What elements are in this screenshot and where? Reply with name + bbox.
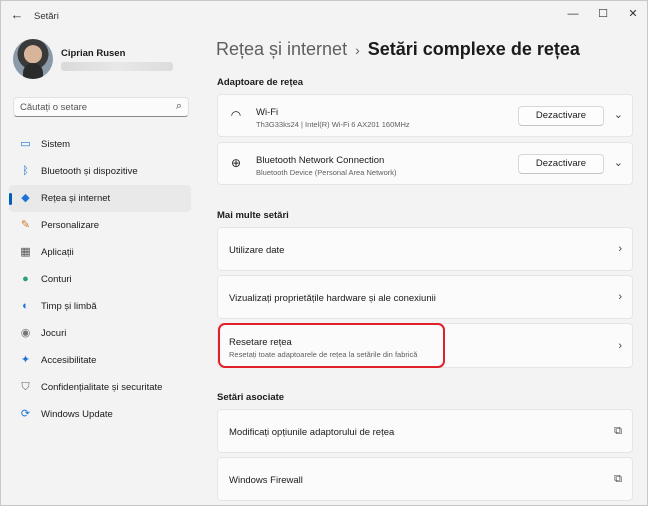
setting-title: Utilizare date [229, 245, 285, 256]
sidebar-item-label: Conturi [41, 274, 72, 285]
sidebar-item-bluetooth[interactable]: ᛒ Bluetooth și dispozitive [9, 158, 191, 185]
setting-data-usage[interactable]: Utilizare date › [217, 227, 633, 271]
setting-hardware-properties[interactable]: Vizualizați proprietățile hardware și al… [217, 275, 633, 319]
settings-window: ← Setări — ☐ ✕ Ciprian Rusen ⌕ ▭ Sistem … [0, 0, 648, 506]
monitor-icon: ▭ [20, 138, 31, 150]
minimize-icon[interactable]: — [559, 5, 587, 23]
chevron-down-icon[interactable]: ⌄ [614, 108, 623, 121]
sidebar-item-gaming[interactable]: ◉ Jocuri [9, 320, 191, 347]
sidebar-item-label: Bluetooth și dispozitive [41, 166, 138, 177]
sidebar-item-privacy-security[interactable]: ⛉ Confidențialitate și securitate [9, 374, 191, 401]
adapter-subtitle: Th3G33ks24 | Intel(R) Wi-Fi 6 AX201 160M… [256, 120, 410, 129]
accessibility-icon: ✦ [20, 354, 31, 366]
sidebar-item-label: Jocuri [41, 328, 67, 339]
adapter-title: Wi-Fi [256, 107, 279, 118]
sidebar-item-network[interactable]: ◆ Rețea și internet [9, 185, 191, 212]
wifi-icon: ◠ [230, 108, 242, 122]
apps-icon: ▦ [20, 246, 31, 258]
user-name: Ciprian Rusen [61, 48, 126, 59]
user-email-blurred [61, 62, 173, 71]
chevron-right-icon: › [618, 243, 622, 255]
wifi-icon: ◆ [21, 192, 30, 204]
sidebar-item-apps[interactable]: ▦ Aplicații [9, 239, 191, 266]
disable-adapter-button[interactable]: Dezactivare [518, 106, 604, 126]
breadcrumb-parent[interactable]: Rețea și internet [216, 39, 347, 59]
user-profile[interactable]: Ciprian Rusen [13, 39, 193, 83]
brush-icon: ✎ [20, 219, 31, 231]
globe-clock-icon: ◐ [22, 300, 29, 312]
sidebar-item-personalization[interactable]: ✎ Personalizare [9, 212, 191, 239]
sidebar-item-time-language[interactable]: ◐ Timp și limbă [9, 293, 191, 320]
disable-adapter-button[interactable]: Dezactivare [518, 154, 604, 174]
adapter-card-wifi[interactable]: ◠ Wi-Fi Th3G33ks24 | Intel(R) Wi-Fi 6 AX… [217, 94, 633, 137]
sidebar-item-sistem[interactable]: ▭ Sistem [9, 131, 191, 158]
related-windows-firewall[interactable]: Windows Firewall ⧉ [217, 457, 633, 501]
close-icon[interactable]: ✕ [619, 5, 647, 23]
related-adapter-options[interactable]: Modificați opțiunile adaptorului de rețe… [217, 409, 633, 453]
sidebar-item-label: Accesibilitate [41, 355, 97, 366]
sidebar-nav: ▭ Sistem ᛒ Bluetooth și dispozitive ◆ Re… [9, 131, 191, 428]
sidebar-item-label: Windows Update [41, 409, 113, 420]
person-icon: ● [22, 273, 29, 285]
setting-title: Modificați opțiunile adaptorului de rețe… [229, 427, 395, 438]
search-input[interactable] [14, 98, 154, 116]
sidebar-item-label: Timp și limbă [41, 301, 97, 312]
update-icon: ⟳ [20, 408, 31, 420]
avatar [13, 39, 53, 79]
sidebar-item-label: Personalizare [41, 220, 100, 231]
title-bar: ← Setări — ☐ ✕ [1, 1, 647, 29]
sidebar-item-label: Sistem [41, 139, 71, 150]
shield-icon: ⛉ [21, 381, 30, 393]
chevron-right-icon: › [618, 340, 622, 352]
gamepad-icon: ◉ [20, 327, 31, 339]
sidebar-item-accounts[interactable]: ● Conturi [9, 266, 191, 293]
section-heading-related: Setări asociate [217, 392, 285, 403]
chevron-down-icon[interactable]: ⌄ [614, 156, 623, 169]
breadcrumb-separator: › [355, 42, 360, 58]
external-link-icon: ⧉ [614, 473, 622, 485]
breadcrumb: Rețea și internet › Setări complexe de reț… [216, 39, 580, 60]
bluetooth-icon: ᛒ [22, 165, 29, 177]
sidebar-item-label: Confidențialitate și securitate [41, 382, 163, 393]
sidebar-item-accessibility[interactable]: ✦ Accesibilitate [9, 347, 191, 374]
adapter-title: Bluetooth Network Connection [256, 155, 385, 166]
page-title: Setări complexe de rețea [367, 39, 580, 59]
maximize-icon[interactable]: ☐ [589, 5, 617, 23]
back-arrow-icon[interactable]: ← [9, 7, 25, 23]
search-icon[interactable]: ⌕ [176, 100, 182, 113]
section-heading-more-settings: Mai multe setări [217, 210, 289, 221]
sidebar-item-label: Rețea și internet [41, 193, 111, 204]
sidebar-item-label: Aplicații [41, 247, 74, 258]
search-box[interactable]: ⌕ [13, 97, 189, 117]
sidebar-item-windows-update[interactable]: ⟳ Windows Update [9, 401, 191, 428]
setting-title: Windows Firewall [229, 475, 303, 486]
globe-icon: ⊕ [230, 156, 242, 170]
highlight-outline [218, 323, 445, 368]
adapter-card-bluetooth[interactable]: ⊕ Bluetooth Network Connection Bluetooth… [217, 142, 633, 185]
app-title: Setări [34, 11, 59, 22]
chevron-right-icon: › [618, 291, 622, 303]
setting-title: Vizualizați proprietățile hardware și al… [229, 293, 436, 304]
external-link-icon: ⧉ [614, 425, 622, 437]
adapter-subtitle: Bluetooth Device (Personal Area Network) [256, 168, 397, 177]
section-heading-adapters: Adaptoare de rețea [217, 77, 304, 88]
